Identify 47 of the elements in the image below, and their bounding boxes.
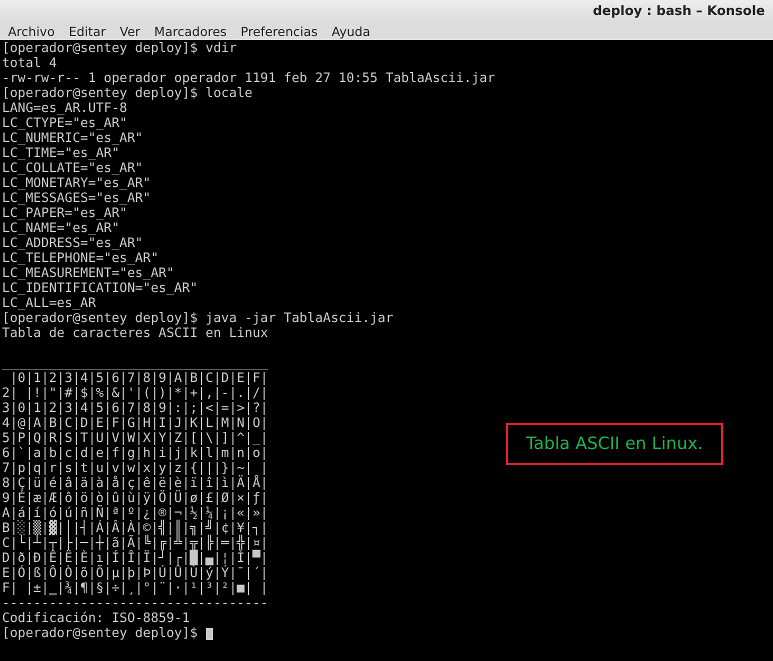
terminal-line: [operador@sentey deploy]$ locale — [2, 86, 252, 101]
terminal-line: |0|1|2|3|4|5|6|7|8|9|A|B|C|D|E|F| — [8, 371, 268, 386]
terminal-line: Codificación: ISO-8859-1 — [2, 611, 190, 626]
terminal-line: D|ð|Ð|Ê|Ë|È|ı|Í|Î|Ï|┘|┌|█|▄|¦|Ì|▀| — [2, 551, 268, 566]
terminal-line: B|░|▒|▓|│|┤|Á|Â|À|©|╣|║|╗|╝|¢|¥|┐| — [2, 521, 268, 536]
menu-item[interactable]: Archivo — [2, 24, 63, 38]
terminal-line: total 4 — [2, 56, 57, 71]
terminal-line: LANG=es_AR.UTF-8 — [2, 101, 128, 116]
menu-item[interactable]: Preferencias — [234, 24, 326, 38]
terminal-line: 5|P|Q|R|S|T|U|V|W|X|Y|Z|[|\|]|^|_| — [2, 431, 268, 446]
terminal-line: -rw-rw-r-- 1 operador operador 1191 feb 27 10:55 TablaAscii.jar — [2, 71, 496, 86]
terminal-line: LC_NUMERIC="es_AR" — [2, 131, 143, 146]
terminal-line: [operador@sentey deploy]$ java -jar TablaAscii.jar — [2, 311, 394, 326]
terminal-line: 8|Ç|ü|é|â|ä|à|å|ç|ê|ë|è|ï|î|ì|Ä|Å| — [2, 476, 268, 491]
terminal-line: C|└|┴|┬|├|─|┼|ã|Ã|╚|╔|╩|╦|╠|═|╬|¤| — [2, 536, 268, 551]
terminal-line: 7|p|q|r|s|t|u|v|w|x|y|z|{|||}|~| | — [2, 461, 268, 476]
terminal-line: F| |±|‗|¾|¶|§|÷|¸|°|¨|·|¹|³|²|■| | — [2, 581, 268, 596]
terminal-line: Tabla de caracteres ASCII en Linux — [2, 326, 268, 341]
terminal-line: LC_ALL=es_AR — [2, 296, 96, 311]
terminal-line: LC_TELEPHONE="es_AR" — [2, 251, 159, 266]
window-title: deploy : bash – Konsole — [592, 4, 765, 18]
terminal-line: LC_CTYPE="es_AR" — [2, 116, 128, 131]
terminal-line: LC_NAME="es_AR" — [2, 221, 120, 236]
terminal-prompt: [operador@sentey deploy]$ — [2, 626, 198, 641]
terminal-line: LC_TIME="es_AR" — [2, 146, 120, 161]
terminal-line: 2| |!|"|#|$|%|&|'|(|)|*|+|,|-|.|/| — [2, 386, 268, 401]
terminal-line: [operador@sentey deploy]$ vdir — [2, 41, 237, 56]
terminal-line: ---------------------------------- — [2, 596, 268, 611]
terminal-line: LC_MESSAGES="es_AR" — [2, 191, 151, 206]
annotation-text: Tabla ASCII en Linux. — [526, 434, 703, 454]
terminal-line: LC_IDENTIFICATION="es_AR" — [2, 281, 198, 296]
terminal-line: 4|@|A|B|C|D|E|F|G|H|I|J|K|L|M|N|O| — [2, 416, 268, 431]
terminal-line: E|Ó|ß|Ô|Ò|õ|Õ|µ|þ|Þ|Ú|Û|Ù|ý|Ý|¯|´| — [2, 566, 268, 581]
terminal-line: LC_COLLATE="es_AR" — [2, 161, 143, 176]
menu-item[interactable]: Editar — [62, 24, 114, 38]
terminal-line: 6|`|a|b|c|d|e|f|g|h|i|j|k|l|m|n|o| — [2, 446, 268, 461]
terminal-line: LC_MEASUREMENT="es_AR" — [2, 266, 174, 281]
menu-item[interactable]: Ayuda — [326, 24, 378, 38]
terminal-line: __________________________________ — [2, 356, 268, 371]
terminal-line: LC_MONETARY="es_AR" — [2, 176, 151, 191]
menu-item[interactable]: Marcadores — [148, 24, 235, 38]
terminal-line: 3|0|1|2|3|4|5|6|7|8|9|:|;|<|=|>|?| — [2, 401, 268, 416]
terminal-line: 9|É|æ|Æ|ô|ö|ò|û|ù|ÿ|Ö|Ü|ø|£|Ø|×|ƒ| — [2, 491, 268, 506]
menu-item[interactable]: Ver — [114, 24, 148, 38]
terminal-line: LC_PAPER="es_AR" — [2, 206, 128, 221]
terminal-line: A|á|í|ó|ú|ñ|Ñ|ª|º|¿|®|¬|½|¼|¡|«|»| — [2, 506, 268, 521]
terminal-line: LC_ADDRESS="es_AR" — [2, 236, 143, 251]
